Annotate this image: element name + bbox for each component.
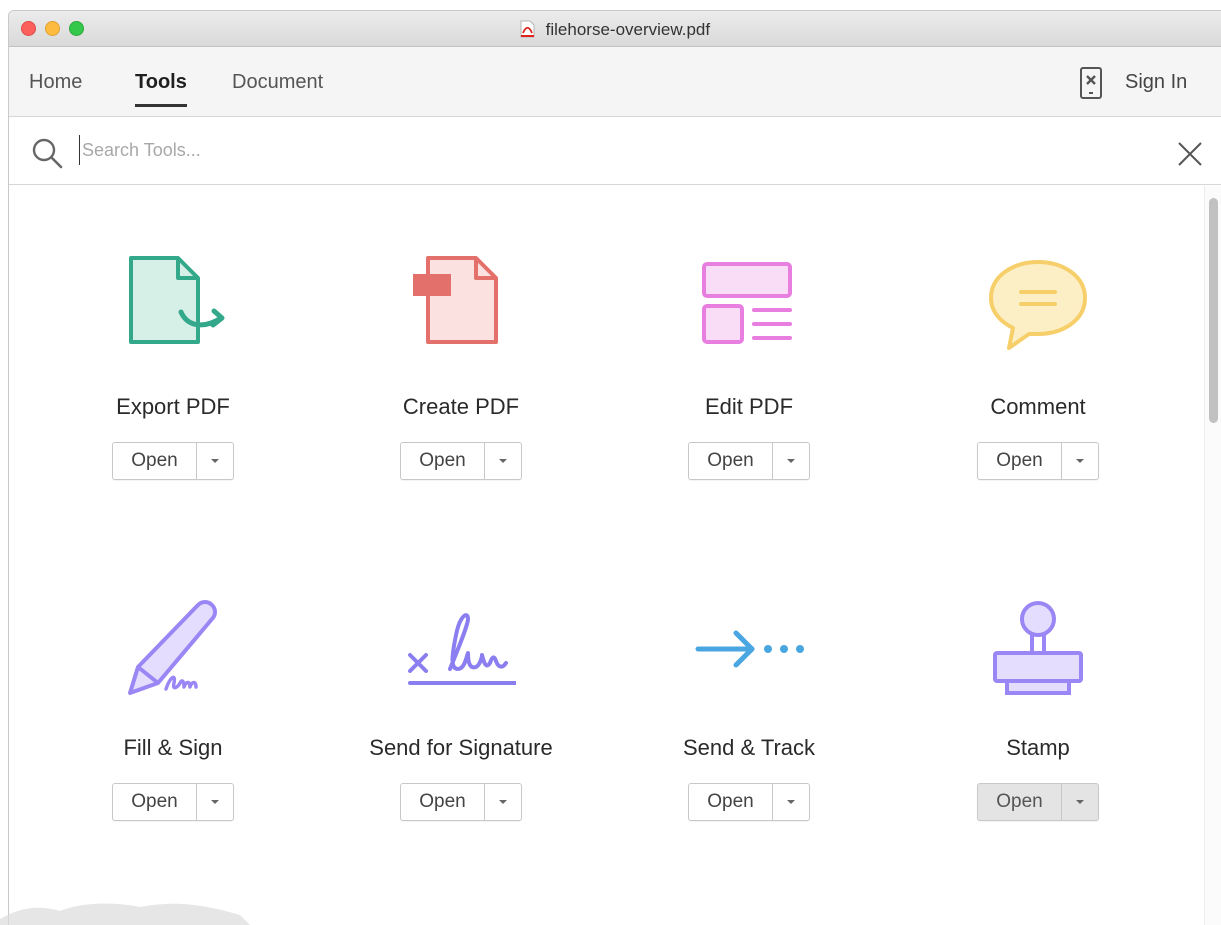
tool-card-stamp: Stamp Open: [918, 597, 1158, 821]
open-button[interactable]: Open: [113, 443, 197, 479]
tool-name: Fill & Sign: [123, 735, 223, 760]
acrobat-window: filehorse-overview.pdf Home Tools Docume…: [8, 10, 1221, 925]
dropdown-caret-button[interactable]: [197, 784, 233, 820]
chevron-down-icon: [211, 459, 219, 463]
watermark-logo: [0, 903, 250, 925]
scrollbar-thumb[interactable]: [1209, 198, 1218, 423]
tool-name: Send & Track: [682, 735, 816, 760]
search-tools-input[interactable]: [79, 135, 1159, 165]
open-split-button: Open: [112, 442, 234, 480]
open-button[interactable]: Open: [401, 784, 485, 820]
open-button[interactable]: Open: [113, 784, 197, 820]
comment-icon[interactable]: [983, 256, 1093, 366]
dropdown-caret-button[interactable]: [485, 443, 521, 479]
tab-tools[interactable]: Tools: [135, 71, 187, 107]
tool-card-send-track: Send & Track Open: [629, 597, 869, 821]
tool-card-comment: Comment Open: [918, 256, 1158, 480]
open-button[interactable]: Open: [978, 784, 1062, 820]
tab-home[interactable]: Home: [29, 71, 82, 94]
tool-name: Export PDF: [116, 394, 230, 419]
tool-search-bar: [9, 117, 1221, 185]
tool-name: Edit PDF: [704, 394, 794, 419]
tab-document[interactable]: Document: [232, 71, 323, 94]
chevron-down-icon: [787, 800, 795, 804]
stamp-icon[interactable]: [983, 597, 1093, 707]
open-split-button: Open: [400, 783, 522, 821]
open-split-button: Open: [977, 442, 1099, 480]
top-navigation: Home Tools Document Sign In: [9, 47, 1221, 117]
tool-card-export-pdf: Export PDF Open: [53, 256, 293, 480]
tool-card-edit-pdf: Edit PDF Open: [629, 256, 869, 480]
fill-sign-icon[interactable]: [118, 597, 228, 707]
dropdown-caret-button[interactable]: [773, 784, 809, 820]
send-signature-icon[interactable]: [406, 597, 516, 707]
clear-search-icon[interactable]: [1177, 141, 1203, 167]
search-icon: [32, 138, 63, 169]
chevron-down-icon: [1076, 800, 1084, 804]
send-track-icon[interactable]: [694, 597, 804, 707]
window-title-text: filehorse-overview.pdf: [545, 20, 711, 39]
dropdown-caret-button[interactable]: [197, 443, 233, 479]
dropdown-caret-button[interactable]: [1062, 784, 1098, 820]
open-split-button: Open: [688, 783, 810, 821]
chevron-down-icon: [499, 800, 507, 804]
tools-grid: Export PDF Open Create PDF Open Edit PDF…: [9, 186, 1204, 925]
export-pdf-icon[interactable]: [118, 256, 228, 366]
chevron-down-icon: [211, 800, 219, 804]
title-bar: filehorse-overview.pdf: [9, 11, 1221, 47]
sign-in-link[interactable]: Sign In: [1125, 71, 1187, 94]
edit-pdf-icon[interactable]: [694, 256, 804, 366]
open-button[interactable]: Open: [689, 443, 773, 479]
open-split-button: Open: [977, 783, 1099, 821]
tool-name: Stamp: [1006, 735, 1070, 760]
tool-name: Create PDF: [402, 394, 520, 419]
open-split-button: Open: [400, 442, 522, 480]
mobile-link-icon[interactable]: [1079, 67, 1103, 99]
create-pdf-icon[interactable]: [406, 256, 516, 366]
vertical-scrollbar[interactable]: [1204, 186, 1221, 925]
open-split-button: Open: [688, 442, 810, 480]
dropdown-caret-button[interactable]: [485, 784, 521, 820]
chevron-down-icon: [1076, 459, 1084, 463]
open-split-button: Open: [112, 783, 234, 821]
tool-card-send-for-signature: Send for Signature Open: [341, 597, 581, 821]
chevron-down-icon: [787, 459, 795, 463]
pdf-file-icon: [520, 20, 535, 38]
window-title: filehorse-overview.pdf: [9, 20, 1221, 40]
tool-card-fill-sign: Fill & Sign Open: [53, 597, 293, 821]
open-button[interactable]: Open: [401, 443, 485, 479]
open-button[interactable]: Open: [978, 443, 1062, 479]
chevron-down-icon: [499, 459, 507, 463]
open-button[interactable]: Open: [689, 784, 773, 820]
tool-name: Comment: [990, 394, 1086, 419]
tool-card-create-pdf: Create PDF Open: [341, 256, 581, 480]
dropdown-caret-button[interactable]: [1062, 443, 1098, 479]
dropdown-caret-button[interactable]: [773, 443, 809, 479]
tool-name: Send for Signature: [369, 735, 553, 760]
